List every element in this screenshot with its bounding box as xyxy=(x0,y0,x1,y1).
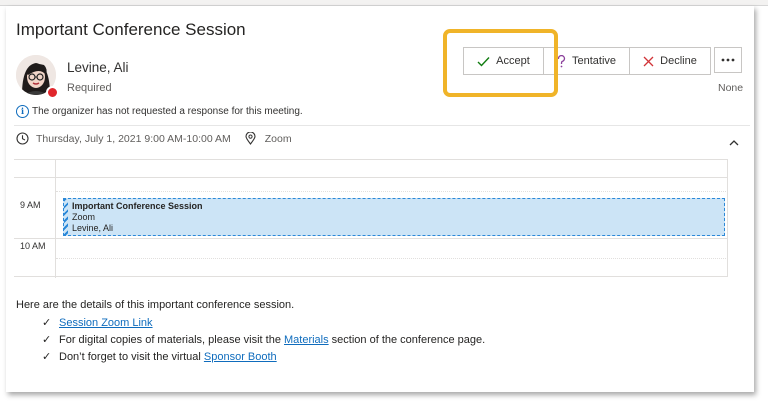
question-icon xyxy=(557,54,566,67)
response-status: None xyxy=(718,82,744,94)
tentative-button[interactable]: Tentative xyxy=(544,48,630,74)
organizer-name[interactable]: Levine, Ali xyxy=(67,60,129,75)
checkmark-icon: ✓ xyxy=(42,351,52,363)
response-actions: Accept Tentative Decline xyxy=(463,47,711,75)
meeting-title: Important Conference Session xyxy=(16,20,246,39)
x-icon xyxy=(643,56,654,66)
materials-text-prefix: For digital copies of materials, please … xyxy=(59,333,284,346)
details-checklist: ✓ Session Zoom Link ✓ For digital copies… xyxy=(42,314,485,365)
event-tentative-stripe xyxy=(64,199,68,235)
calendar-gridline xyxy=(14,238,728,239)
meeting-datetime: Thursday, July 1, 2021 9:00 AM-10:00 AM xyxy=(36,132,231,145)
body-intro: Here are the details of this important c… xyxy=(16,299,295,311)
meeting-location: Zoom xyxy=(264,132,292,145)
materials-link[interactable]: Materials xyxy=(284,334,329,346)
sponsor-booth-link[interactable]: Sponsor Booth xyxy=(204,351,277,363)
ellipsis-icon xyxy=(721,58,735,62)
list-item: ✓ For digital copies of materials, pleas… xyxy=(42,331,485,348)
meeting-time-location: Thursday, July 1, 2021 9:00 AM-10:00 AM … xyxy=(16,132,292,145)
event-location: Zoom xyxy=(72,212,96,222)
calendar-gridline xyxy=(56,258,728,259)
checkmark-icon xyxy=(477,56,490,67)
checkmark-icon: ✓ xyxy=(42,317,52,329)
info-icon: i xyxy=(16,105,29,118)
hour-label-10am: 10 AM xyxy=(20,241,46,251)
accept-button[interactable]: Accept xyxy=(464,48,544,74)
calendar-event[interactable]: Important Conference Session Zoom Levine… xyxy=(63,198,725,236)
decline-label: Decline xyxy=(660,55,697,67)
presence-busy-indicator xyxy=(46,86,59,99)
accept-label: Accept xyxy=(496,55,530,67)
hour-label-9am: 9 AM xyxy=(20,200,41,210)
location-pin-icon xyxy=(245,132,256,145)
event-organizer: Levine, Ali xyxy=(72,223,114,233)
organizer-role: Required xyxy=(67,82,112,94)
decline-button[interactable]: Decline xyxy=(630,48,710,74)
session-zoom-link[interactable]: Session Zoom Link xyxy=(59,317,153,329)
list-item: ✓ Don’t forget to visit the virtual Spon… xyxy=(42,348,485,365)
calendar-preview: 9 AM 10 AM Important Conference Session … xyxy=(14,159,728,278)
calendar-gridline xyxy=(14,177,728,178)
sponsor-text-prefix: Don’t forget to visit the virtual xyxy=(59,350,204,363)
response-info: i The organizer has not requested a resp… xyxy=(16,105,303,118)
reading-pane: Important Conference Session Levine, Ali… xyxy=(6,6,754,392)
checkmark-icon: ✓ xyxy=(42,334,52,346)
materials-text-suffix: section of the conference page. xyxy=(328,333,486,346)
response-info-text: The organizer has not requested a respon… xyxy=(32,106,303,117)
tentative-label: Tentative xyxy=(571,55,617,67)
clock-icon xyxy=(16,132,29,145)
list-item: ✓ Session Zoom Link xyxy=(42,314,485,331)
header-divider xyxy=(14,125,750,126)
event-title: Important Conference Session xyxy=(72,201,203,211)
chevron-up-icon[interactable] xyxy=(728,137,740,149)
calendar-gridline xyxy=(56,191,728,192)
more-options-button[interactable] xyxy=(714,47,742,73)
